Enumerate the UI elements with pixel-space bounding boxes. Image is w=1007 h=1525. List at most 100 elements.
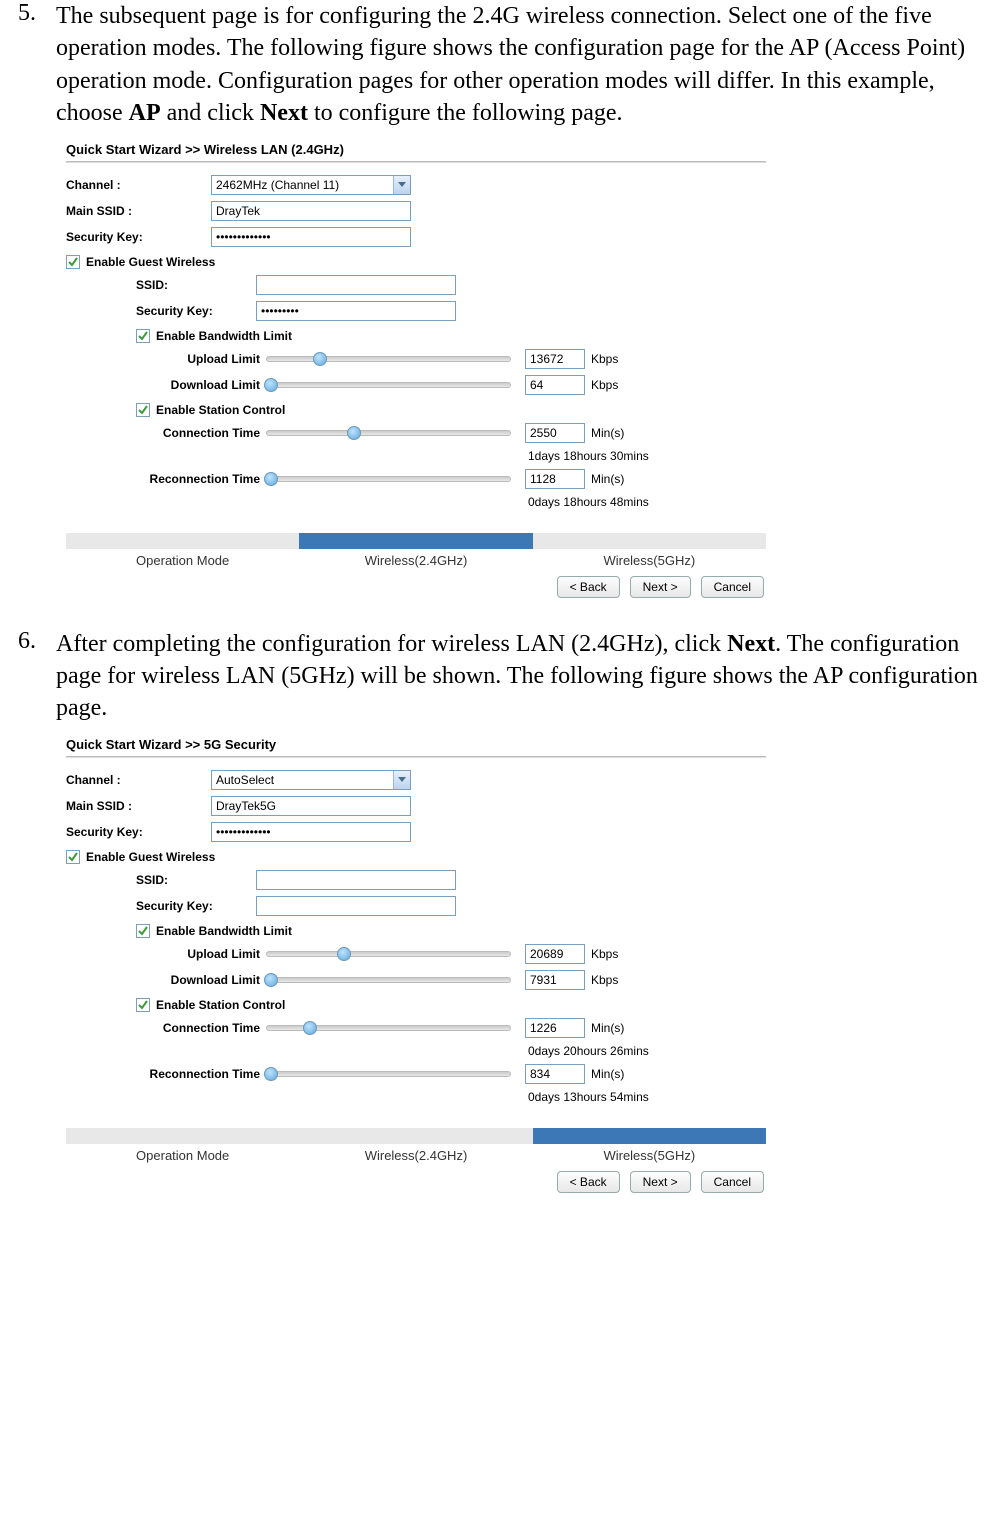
guest-ssid-label: SSID: [136, 278, 256, 292]
enable-guest-checkbox[interactable] [66, 850, 80, 864]
download-value-input[interactable] [525, 970, 585, 990]
enable-guest-checkbox[interactable] [66, 255, 80, 269]
panel-title: Quick Start Wizard >> Wireless LAN (2.4G… [56, 136, 776, 161]
enable-bw-row: Enable Bandwidth Limit [136, 329, 776, 343]
steps-labels: Operation Mode Wireless(2.4GHz) Wireless… [66, 1148, 766, 1163]
upload-slider[interactable] [266, 946, 511, 962]
back-button[interactable]: < Back [557, 576, 620, 598]
next-button[interactable]: Next > [630, 1171, 691, 1193]
divider [66, 161, 766, 163]
step-label-5ghz: Wireless(5GHz) [533, 553, 766, 568]
upload-value-input[interactable] [525, 349, 585, 369]
step-6-text: After completing the configuration for w… [56, 628, 997, 725]
enable-station-label: Enable Station Control [156, 998, 285, 1012]
step-seg-3 [533, 533, 766, 549]
step5-bold-next: Next [260, 100, 308, 126]
enable-station-row: Enable Station Control [136, 403, 776, 417]
download-label: Download Limit [121, 973, 266, 987]
wizard-panel-2-4ghz: Quick Start Wizard >> Wireless LAN (2.4G… [56, 136, 776, 598]
step-5-text: The subsequent page is for configuring t… [56, 0, 997, 130]
next-button[interactable]: Next > [630, 576, 691, 598]
kbps-unit: Kbps [591, 947, 618, 961]
slider-thumb[interactable] [264, 1067, 278, 1081]
slider-track [266, 1071, 511, 1077]
guest-security-label: Security Key: [136, 304, 256, 318]
guest-security-row: Security Key: [66, 301, 776, 321]
download-label: Download Limit [121, 378, 266, 392]
slider-thumb[interactable] [337, 947, 351, 961]
channel-row: Channel : AutoSelect [66, 770, 776, 790]
step-label-op-mode: Operation Mode [66, 553, 299, 568]
slider-thumb[interactable] [264, 472, 278, 486]
step-label-op-mode: Operation Mode [66, 1148, 299, 1163]
upload-value-input[interactable] [525, 944, 585, 964]
guest-ssid-input[interactable] [256, 275, 456, 295]
upload-label: Upload Limit [121, 352, 266, 366]
conn-time-slider[interactable] [266, 1020, 511, 1036]
step-seg-3 [533, 1128, 766, 1144]
enable-bw-checkbox[interactable] [136, 924, 150, 938]
upload-limit-row: Upload Limit Kbps [56, 944, 776, 964]
slider-thumb[interactable] [303, 1021, 317, 1035]
reconn-time-hint: 0days 18hours 48mins [528, 495, 776, 509]
guest-ssid-input[interactable] [256, 870, 456, 890]
security-key-input[interactable] [211, 822, 411, 842]
guest-security-label: Security Key: [136, 899, 256, 913]
back-button[interactable]: < Back [557, 1171, 620, 1193]
button-row: < Back Next > Cancel [56, 1171, 764, 1193]
guest-security-input[interactable] [256, 301, 456, 321]
reconn-time-input[interactable] [525, 1064, 585, 1084]
slider-track [266, 977, 511, 983]
channel-row: Channel : 2462MHz (Channel 11) [66, 175, 776, 195]
slider-thumb[interactable] [264, 973, 278, 987]
slider-thumb[interactable] [264, 378, 278, 392]
reconn-time-slider[interactable] [266, 471, 511, 487]
conn-time-hint: 0days 20hours 26mins [528, 1044, 776, 1058]
conn-time-label: Connection Time [121, 1021, 266, 1035]
step-label-24ghz: Wireless(2.4GHz) [299, 1148, 532, 1163]
download-value-input[interactable] [525, 375, 585, 395]
channel-label: Channel : [66, 178, 211, 192]
main-ssid-input[interactable] [211, 796, 411, 816]
security-key-input[interactable] [211, 227, 411, 247]
enable-bw-checkbox[interactable] [136, 329, 150, 343]
step-label-5ghz: Wireless(5GHz) [533, 1148, 766, 1163]
reconn-time-slider[interactable] [266, 1066, 511, 1082]
main-ssid-label: Main SSID : [66, 204, 211, 218]
conn-time-slider[interactable] [266, 425, 511, 441]
step-seg-2 [299, 533, 532, 549]
channel-select[interactable]: AutoSelect [211, 770, 411, 790]
wizard-panel-5ghz: Quick Start Wizard >> 5G Security Channe… [56, 731, 776, 1193]
step6-bold-next: Next [727, 631, 775, 657]
enable-station-checkbox[interactable] [136, 998, 150, 1012]
download-slider[interactable] [266, 377, 511, 393]
conn-time-input[interactable] [525, 1018, 585, 1038]
slider-thumb[interactable] [347, 426, 361, 440]
enable-station-checkbox[interactable] [136, 403, 150, 417]
divider [66, 756, 766, 758]
step-label-24ghz: Wireless(2.4GHz) [299, 553, 532, 568]
main-ssid-input[interactable] [211, 201, 411, 221]
steps-bar [66, 1128, 766, 1144]
guest-ssid-row: SSID: [66, 275, 776, 295]
cancel-button[interactable]: Cancel [701, 576, 764, 598]
kbps-unit: Kbps [591, 352, 618, 366]
guest-security-input[interactable] [256, 896, 456, 916]
step-seg-1 [66, 1128, 299, 1144]
channel-select[interactable]: 2462MHz (Channel 11) [211, 175, 411, 195]
slider-track [266, 356, 511, 362]
reconn-time-hint: 0days 13hours 54mins [528, 1090, 776, 1104]
step5-text-part-e: to configure the following page. [308, 100, 623, 126]
cancel-button[interactable]: Cancel [701, 1171, 764, 1193]
upload-slider[interactable] [266, 351, 511, 367]
reconn-time-input[interactable] [525, 469, 585, 489]
channel-value: AutoSelect [216, 773, 274, 787]
slider-thumb[interactable] [313, 352, 327, 366]
download-slider[interactable] [266, 972, 511, 988]
conn-time-input[interactable] [525, 423, 585, 443]
upload-label: Upload Limit [121, 947, 266, 961]
step-6-number: 6. [10, 628, 56, 725]
panel-title: Quick Start Wizard >> 5G Security [56, 731, 776, 756]
security-key-row: Security Key: [66, 227, 776, 247]
chevron-down-icon [393, 176, 410, 194]
